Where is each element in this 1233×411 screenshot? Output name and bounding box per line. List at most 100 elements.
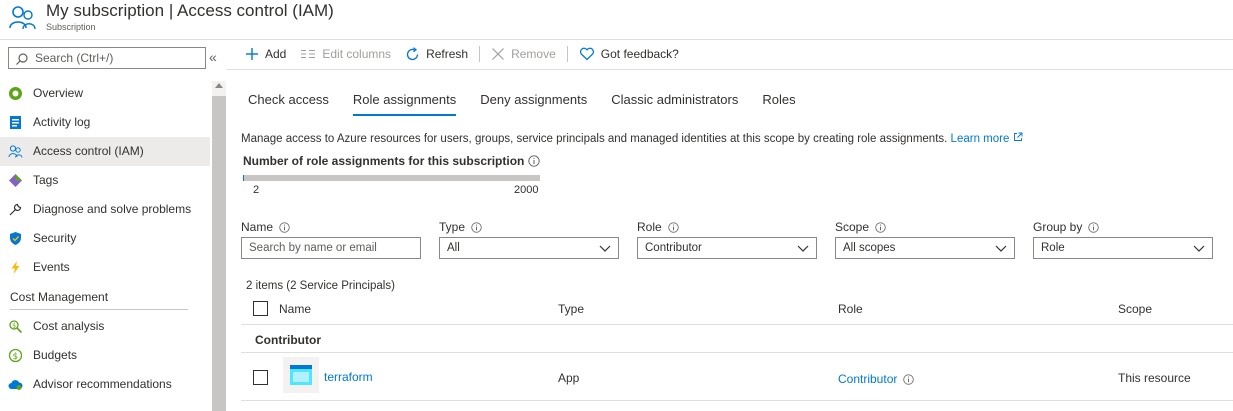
menu-scrollbar-thumb[interactable]: [212, 96, 226, 411]
assignment-count-bar-fill: [243, 175, 245, 181]
assignment-count-current: 2: [253, 184, 260, 196]
group-header-row[interactable]: Contributor: [241, 326, 1233, 353]
svg-text:$: $: [13, 352, 18, 362]
filter-type: Type All: [439, 219, 619, 259]
users-icon: [9, 6, 36, 30]
app-avatar: [283, 357, 319, 393]
column-header-name[interactable]: Name: [279, 302, 311, 316]
filter-name: Name: [241, 219, 421, 259]
wrench-icon: [9, 203, 22, 216]
tab-role-assignments[interactable]: Role assignments: [352, 86, 457, 120]
row-role: Contributor: [838, 372, 915, 386]
add-button-label: Add: [265, 47, 287, 61]
name-search-input[interactable]: [249, 242, 419, 254]
role-dropdown-value: Contributor: [645, 242, 702, 254]
column-header-scope[interactable]: Scope: [1118, 302, 1152, 316]
edit-columns-button[interactable]: Edit columns: [293, 42, 398, 66]
filter-scope-label: Scope: [835, 219, 1015, 235]
filter-group-by-label-text: Group by: [1033, 220, 1083, 234]
row-role-link[interactable]: Contributor: [838, 372, 897, 386]
command-bar: Add Edit columns Refresh Remove Got feed…: [238, 42, 686, 66]
chevron-down-icon: [1193, 245, 1205, 252]
info-icon[interactable]: [875, 221, 886, 233]
sidebar-item-budgets[interactable]: $ Budgets: [0, 341, 210, 370]
name-search-field[interactable]: [241, 237, 421, 259]
toolbar-separator: [479, 46, 481, 62]
columns-icon: [301, 50, 316, 58]
learn-more-link[interactable]: Learn more: [951, 132, 1023, 145]
type-dropdown[interactable]: All: [439, 237, 619, 259]
row-type: App: [558, 371, 580, 385]
column-header-type[interactable]: Type: [558, 302, 584, 316]
scroll-up-arrow-icon[interactable]: [215, 83, 223, 88]
toolbar-separator: [566, 46, 568, 62]
group-by-dropdown[interactable]: Role: [1033, 237, 1213, 259]
filter-name-label-text: Name: [241, 220, 274, 234]
cost-analysis-icon: $: [9, 320, 23, 334]
info-icon[interactable]: [471, 221, 482, 233]
collapse-menu-button[interactable]: «: [209, 49, 217, 65]
sidebar-item-cost-analysis[interactable]: $ Cost analysis: [0, 312, 210, 341]
search-icon: [16, 53, 28, 65]
info-icon[interactable]: [279, 221, 290, 233]
sidebar-item-label: Cost analysis: [33, 319, 105, 333]
menu-search-input[interactable]: [35, 50, 200, 66]
row-checkbox[interactable]: [253, 370, 268, 385]
filter-scope-label-text: Scope: [835, 220, 870, 234]
sidebar-item-label: Advisor recommendations: [33, 377, 172, 391]
tab-deny-assignments[interactable]: Deny assignments: [480, 86, 587, 120]
info-icon[interactable]: [668, 221, 679, 233]
assignment-count-title: Number of role assignments for this subs…: [243, 154, 525, 168]
select-all-checkbox[interactable]: [253, 301, 268, 316]
tab-check-access[interactable]: Check access: [248, 86, 329, 120]
sidebar-item-label: Access control (IAM): [33, 144, 144, 158]
row-name-link[interactable]: terraform: [324, 370, 373, 384]
tab-roles[interactable]: Roles: [762, 86, 795, 120]
remove-button[interactable]: Remove: [484, 42, 563, 66]
sidebar-item-activity-log[interactable]: Activity log: [0, 108, 210, 137]
sidebar-item-tags[interactable]: Tags: [0, 166, 210, 195]
plus-icon: [246, 48, 258, 60]
users-icon: [8, 145, 23, 158]
feedback-button[interactable]: Got feedback?: [572, 42, 686, 66]
filter-type-label-text: Type: [439, 220, 466, 234]
info-icon[interactable]: [903, 373, 915, 385]
scope-dropdown[interactable]: All scopes: [835, 237, 1015, 259]
toolbar-divider: [227, 69, 1233, 70]
filter-scope: Scope All scopes: [835, 219, 1015, 259]
sidebar-item-diagnose[interactable]: Diagnose and solve problems: [0, 195, 210, 224]
chevron-down-icon: [995, 245, 1007, 252]
section-header-cost-management: Cost Management: [0, 282, 210, 312]
edit-columns-label: Edit columns: [322, 47, 392, 61]
assignment-count-bar: [243, 175, 540, 181]
refresh-button[interactable]: Refresh: [398, 42, 475, 66]
remove-label: Remove: [511, 47, 556, 61]
scope-dropdown-value: All scopes: [843, 242, 896, 254]
info-icon[interactable]: [528, 155, 540, 167]
role-dropdown[interactable]: Contributor: [637, 237, 817, 259]
sidebar-item-events[interactable]: Events: [0, 253, 210, 282]
lightning-icon: [11, 261, 20, 274]
tab-classic-administrators[interactable]: Classic administrators: [611, 86, 738, 120]
sidebar-item-security[interactable]: Security: [0, 224, 210, 253]
sidebar-item-label: Security: [33, 231, 77, 245]
close-icon: [492, 48, 505, 60]
sidebar-item-overview[interactable]: Overview: [0, 79, 210, 108]
page-subtitle: Subscription: [46, 22, 96, 32]
column-header-role[interactable]: Role: [838, 302, 863, 316]
sidebar-item-label: Overview: [33, 86, 84, 100]
sidebar-item-label: Budgets: [33, 348, 78, 362]
filter-role-label: Role: [637, 219, 817, 235]
items-count: 2 items (2 Service Principals): [246, 280, 395, 292]
assignment-count-max: 2000: [514, 184, 539, 196]
info-icon[interactable]: [1088, 221, 1100, 233]
add-button[interactable]: Add: [238, 42, 293, 66]
page-title: My subscription | Access control (IAM): [46, 1, 334, 20]
sidebar-item-access-control[interactable]: Access control (IAM): [0, 137, 210, 166]
filter-type-label: Type: [439, 219, 619, 235]
overview-icon: [9, 87, 22, 100]
heart-icon: [579, 47, 594, 61]
sidebar-item-advisor[interactable]: Advisor recommendations: [0, 370, 210, 399]
table-row[interactable]: terraform App Contributor This resource: [241, 353, 1233, 401]
menu-search-box[interactable]: [8, 47, 206, 69]
